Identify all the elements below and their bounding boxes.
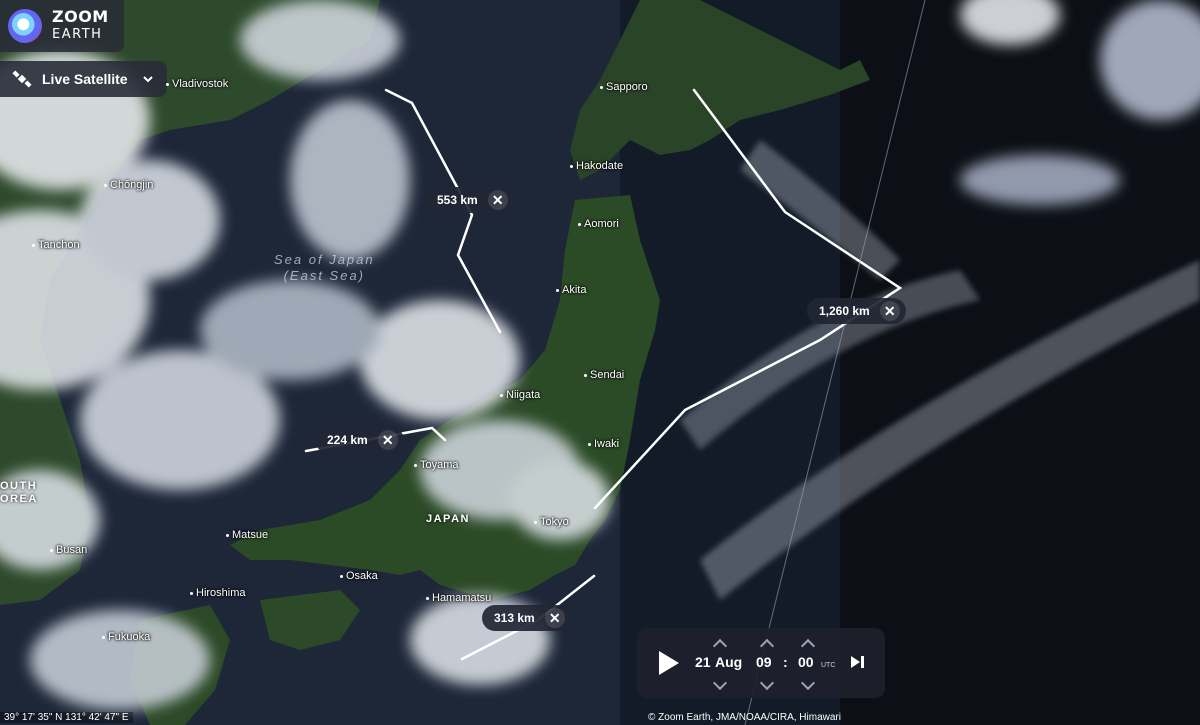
city-label-sendai[interactable]: Sendai (583, 369, 624, 381)
city-label-toyama[interactable]: Toyama (414, 459, 459, 471)
logo-icon (8, 9, 42, 43)
close-icon[interactable]: ✕ (377, 430, 398, 450)
time-minute: 00 (798, 654, 814, 670)
city-label-tokyo[interactable]: Tokyo (534, 516, 569, 528)
measurement-distance: 224 km (327, 433, 368, 447)
city-label-iwaki[interactable]: Iwaki (587, 438, 619, 450)
city-label-hiroshima[interactable]: Hiroshima (190, 587, 246, 599)
city-label-vladivostok[interactable]: Vladivostok (165, 78, 228, 90)
logo-text-zoom: ZOOM (52, 7, 109, 26)
cursor-coordinates: 39° 17' 35" N 131° 42' 47" E (0, 712, 133, 723)
time-zone-label: UTC (821, 662, 836, 669)
date-down-arrow[interactable] (712, 675, 728, 691)
time-separator: : (783, 654, 788, 670)
layer-selector-button[interactable]: Live Satellite (0, 61, 167, 97)
close-icon[interactable]: ✕ (544, 608, 565, 628)
city-label-osaka[interactable]: Osaka (340, 570, 378, 582)
minute-up-arrow[interactable] (800, 638, 816, 654)
measurement-tag-1260[interactable]: 1,260 km ✕ (807, 298, 906, 324)
logo-text-earth: EARTH (52, 27, 103, 42)
chevron-down-icon (142, 76, 153, 83)
time-control-panel: 21 Aug 09 : 00 UTC (637, 628, 885, 698)
measurement-distance: 1,260 km (819, 304, 870, 318)
city-label-busan[interactable]: Busan (49, 544, 87, 556)
satellite-icon (12, 70, 32, 88)
map-attribution: © Zoom Earth, JMA/NOAA/CIRA, Himawari (648, 712, 841, 723)
layer-selector-label: Live Satellite (42, 71, 128, 87)
country-label-south-korea: OUTH OREA (0, 480, 38, 506)
country-label-south-korea-line1: OUTH (0, 480, 38, 492)
city-label-akita[interactable]: Akita (555, 284, 586, 296)
city-label-niigata[interactable]: Niigata (499, 389, 540, 401)
close-icon[interactable]: ✕ (487, 190, 508, 210)
skip-forward-bar (861, 656, 864, 668)
measurement-distance: 313 km (494, 611, 535, 625)
city-label-fukuoka[interactable]: Fukuoka (101, 631, 150, 643)
satellite-map[interactable] (0, 0, 1200, 725)
minute-down-arrow[interactable] (800, 675, 816, 691)
city-label-chongjin[interactable]: Chŏngjin (103, 179, 153, 191)
measurement-tag-553[interactable]: 553 km ✕ (425, 187, 514, 213)
country-label-south-korea-line2: OREA (0, 493, 38, 505)
city-label-tanchon[interactable]: Tanchon (32, 239, 80, 251)
date-up-arrow[interactable] (712, 638, 728, 654)
sea-label-alt: (East Sea) (283, 268, 366, 283)
measurement-tag-224[interactable]: 224 km ✕ (315, 427, 404, 453)
hour-down-arrow[interactable] (759, 675, 775, 691)
city-label-hamamatsu[interactable]: Hamamatsu (425, 592, 491, 604)
sea-label: Sea of Japan (East Sea) (274, 252, 375, 284)
date-day: 21 (695, 654, 711, 670)
city-label-aomori[interactable]: Aomori (578, 218, 619, 230)
hour-up-arrow[interactable] (759, 638, 775, 654)
city-label-hakodate[interactable]: Hakodate (569, 160, 623, 172)
play-icon[interactable] (659, 651, 679, 675)
measurement-tag-313[interactable]: 313 km ✕ (482, 605, 571, 631)
close-icon[interactable]: ✕ (879, 301, 900, 321)
country-label-japan: JAPAN (426, 513, 470, 525)
measurement-distance: 553 km (437, 193, 478, 207)
city-label-sapporo[interactable]: Sapporo (600, 81, 648, 93)
city-label-matsue[interactable]: Matsue (225, 529, 268, 541)
zoom-earth-logo[interactable]: ZOOM EARTH (0, 0, 124, 52)
skip-forward-icon[interactable] (851, 656, 860, 668)
time-hour: 09 (756, 654, 772, 670)
date-month: Aug (715, 654, 743, 670)
sea-label-name: Sea of Japan (274, 252, 375, 267)
